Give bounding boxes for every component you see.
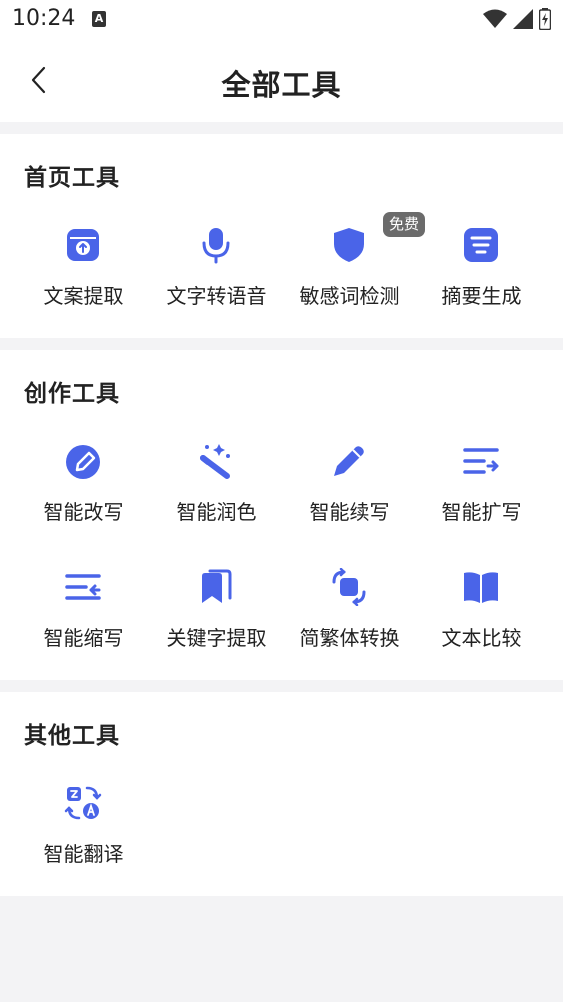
tool-text-extract[interactable]: 文案提取 (17, 226, 150, 322)
microphone-icon (202, 228, 230, 264)
book-icon (464, 572, 498, 603)
battery-icon (539, 8, 551, 30)
tool-smart-abbreviate[interactable]: 智能缩写 (17, 568, 150, 664)
tool-smart-translate[interactable]: 智能翻译 (17, 784, 150, 880)
tool-smart-rewrite[interactable]: 智能改写 (17, 442, 150, 538)
tool-smart-expand[interactable]: 智能扩写 (415, 442, 548, 538)
tool-label: 智能扩写 (441, 500, 522, 524)
bottom-empty-area (0, 896, 563, 1002)
edit-circle-icon (66, 445, 100, 479)
magic-wand-icon (200, 444, 230, 479)
tool-label: 智能续写 (309, 500, 390, 524)
status-icons (483, 8, 551, 30)
upload-box-icon (67, 229, 99, 261)
status-bar: 10:24 A (0, 0, 563, 40)
pen-icon (334, 446, 364, 476)
section-title: 其他工具 (24, 723, 120, 749)
shrink-lines-icon (65, 574, 101, 600)
tool-smart-polish[interactable]: 智能润色 (150, 442, 283, 538)
section-title: 创作工具 (24, 381, 120, 407)
tool-label: 关键字提取 (166, 626, 267, 650)
tool-sensitive-word-check[interactable]: 免费 敏感词检测 (283, 212, 425, 322)
section-title: 首页工具 (24, 165, 120, 191)
tool-label: 智能改写 (43, 500, 124, 524)
tool-label: 文案提取 (43, 284, 124, 308)
expand-lines-icon (463, 448, 499, 474)
tool-label: 简繁体转换 (299, 626, 400, 650)
translate-icon (64, 786, 102, 820)
tool-label: 智能翻译 (43, 842, 124, 866)
header: 全部工具 (0, 40, 563, 122)
tool-label: 文本比较 (441, 626, 522, 650)
tool-label: 文字转语音 (166, 284, 267, 308)
tool-summary-generate[interactable]: 摘要生成 (415, 226, 548, 322)
wifi-icon (483, 9, 507, 28)
tool-smart-continue[interactable]: 智能续写 (283, 442, 416, 538)
summary-list-icon (464, 228, 498, 262)
tool-simplified-traditional-convert[interactable]: 简繁体转换 (283, 568, 416, 664)
tool-keyword-extract[interactable]: 关键字提取 (150, 568, 283, 664)
tool-label: 智能润色 (176, 500, 257, 524)
tool-label: 敏感词检测 (299, 284, 400, 308)
shield-icon (334, 228, 364, 262)
status-time: 10:24 (12, 6, 76, 31)
bookmarks-icon (202, 569, 232, 603)
section-other-tools: 其他工具 智能翻译 (0, 692, 563, 896)
section-home-tools: 首页工具 文案提取 文字转语音 免费 敏感词检测 摘要生成 (0, 134, 563, 338)
tool-label: 摘要生成 (441, 284, 522, 308)
convert-icon (332, 568, 366, 606)
tool-text-compare[interactable]: 文本比较 (415, 568, 548, 664)
section-creation-tools: 创作工具 智能改写 智能润色 智能续写 智能扩写 智能缩写 关键字提取 简繁体转… (0, 350, 563, 680)
tool-label: 智能缩写 (43, 626, 124, 650)
signal-icon (513, 9, 533, 29)
tool-text-to-speech[interactable]: 文字转语音 (150, 226, 283, 322)
notification-a-icon: A (92, 11, 106, 27)
page-title: 全部工具 (221, 68, 342, 102)
